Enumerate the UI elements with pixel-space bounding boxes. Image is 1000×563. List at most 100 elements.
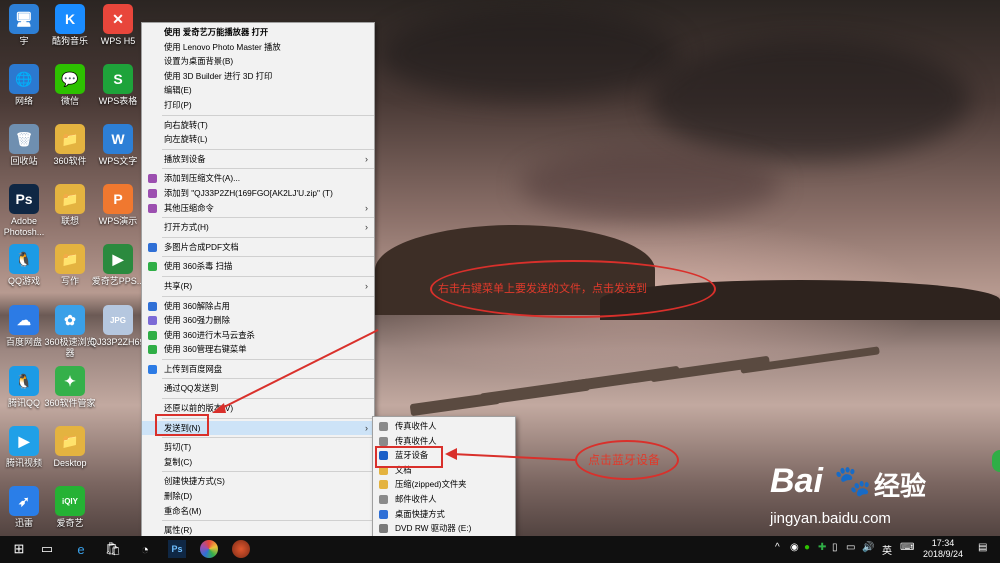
context-menu-item[interactable]: 播放到设备 › bbox=[142, 152, 374, 167]
menu-item-icon bbox=[148, 242, 157, 252]
desktop-icon[interactable]: ✕ WPS H5 bbox=[90, 4, 146, 47]
cloud-shape bbox=[650, 40, 970, 160]
context-menu-item[interactable]: 设置为桌面背景(B) bbox=[142, 54, 374, 69]
context-menu-item[interactable]: 使用 360管理右键菜单 bbox=[142, 342, 374, 357]
cloud-shape bbox=[520, 150, 780, 220]
send-to-item-icon bbox=[379, 494, 388, 504]
menu-item-label: 重命名(M) bbox=[164, 505, 202, 516]
desktop-icon-label: WPS H5 bbox=[100, 36, 136, 46]
desktop-app-icon: ✿ bbox=[55, 305, 85, 335]
send-to-item-label: 压缩(zipped)文件夹 bbox=[395, 479, 467, 490]
menu-item-label: 使用 Lenovo Photo Master 播放 bbox=[164, 41, 281, 52]
context-menu-item[interactable]: 使用 360解除占用 bbox=[142, 299, 374, 314]
clock[interactable]: 17:34 2018/9/24 bbox=[918, 538, 968, 560]
tray-app-icon[interactable]: ◉ bbox=[790, 542, 799, 553]
desktop-app-icon: JPG bbox=[103, 305, 133, 335]
menu-item-label: 使用 360强力删除 bbox=[164, 315, 230, 326]
desktop-icon[interactable]: JPG QJ33P2ZH69FGO[AK2LJ'U... bbox=[90, 305, 209, 348]
context-menu-item[interactable]: 重命名(M) bbox=[142, 504, 374, 519]
desktop-icon-label: 爱奇艺PPS... bbox=[91, 276, 145, 286]
desktop-app-icon: S bbox=[103, 64, 133, 94]
side-float-button[interactable] bbox=[992, 450, 1000, 472]
context-menu-item[interactable]: 打开方式(H) › bbox=[142, 220, 374, 235]
desktop-icon-label: Desktop bbox=[53, 458, 87, 468]
context-menu-item[interactable]: 创建快捷方式(S) bbox=[142, 474, 374, 489]
context-menu-item[interactable]: 向左旋转(L) bbox=[142, 132, 374, 147]
display-tray-icon[interactable]: ▭ bbox=[846, 542, 855, 553]
context-menu-item[interactable]: 使用 3D Builder 进行 3D 打印 bbox=[142, 69, 374, 84]
photoshop-taskbar-icon[interactable]: Ps bbox=[168, 540, 186, 558]
desktop-icon[interactable]: ✦ 360软件管家 bbox=[42, 366, 98, 409]
menu-item-label: 使用 360杀毒 扫描 bbox=[164, 261, 233, 272]
360-tray-icon[interactable]: ✚ bbox=[818, 542, 826, 553]
desktop-icon[interactable]: P WPS演示 bbox=[90, 184, 146, 227]
send-to-submenu: 传真收件人 传真收件人 蓝牙设备 文档 压缩(zipped)文件夹 邮件收件人 桌面快捷方式… bbox=[372, 416, 516, 539]
context-menu-item[interactable]: 上传到百度网盘 bbox=[142, 362, 374, 377]
context-menu-item[interactable]: 使用 360进行木马云查杀 bbox=[142, 328, 374, 343]
wechat-tray-icon[interactable]: ● bbox=[804, 542, 810, 553]
send-to-item[interactable]: 压缩(zipped)文件夹 bbox=[373, 477, 515, 492]
submenu-arrow-icon: › bbox=[365, 280, 368, 291]
context-menu-item[interactable]: 编辑(E) bbox=[142, 83, 374, 98]
send-to-item[interactable]: 邮件收件人 bbox=[373, 492, 515, 507]
desktop-icon[interactable]: iQIY 爱奇艺 bbox=[42, 486, 98, 529]
context-menu-item[interactable]: 复制(C) bbox=[142, 455, 374, 470]
menu-separator bbox=[162, 471, 374, 473]
clock-time: 17:34 bbox=[931, 538, 955, 548]
send-to-item-label: DVD RW 驱动器 (E:) bbox=[395, 523, 472, 534]
context-menu-item[interactable]: 添加到压缩文件(A)... bbox=[142, 171, 374, 186]
context-menu-item[interactable]: 使用 360杀毒 扫描 bbox=[142, 259, 374, 274]
360-browser-taskbar-icon[interactable] bbox=[200, 540, 218, 558]
context-menu-item[interactable]: 共享(R) › bbox=[142, 279, 374, 294]
app-taskbar-icon[interactable] bbox=[232, 540, 250, 558]
cloud-shape bbox=[380, 10, 680, 100]
desktop-icon[interactable]: W WPS文字 bbox=[90, 124, 146, 167]
menu-item-icon bbox=[148, 188, 157, 198]
menu-item-label: 打开方式(H) bbox=[164, 222, 209, 233]
desktop-app-icon: ➶ bbox=[9, 486, 39, 516]
desktop-icon-label: 爱奇艺 bbox=[56, 518, 84, 528]
context-menu-item[interactable]: 使用 360强力删除 bbox=[142, 313, 374, 328]
context-menu-item[interactable]: 其他压缩命令 › bbox=[142, 201, 374, 216]
context-menu-item[interactable]: 使用 Lenovo Photo Master 播放 bbox=[142, 40, 374, 55]
context-menu-item[interactable]: 删除(D) bbox=[142, 489, 374, 504]
keyboard-tray-icon[interactable]: ⌨ bbox=[900, 542, 914, 553]
menu-item-label: 播放到设备 bbox=[164, 153, 206, 164]
desktop-icon[interactable]: 📁 Desktop bbox=[42, 426, 98, 469]
desktop-app-icon: 📁 bbox=[55, 426, 85, 456]
edge-browser-icon[interactable]: e bbox=[72, 540, 90, 558]
annotation-text-top: 右击右键菜单上要发送的文件，点击发送到 bbox=[438, 283, 647, 295]
watermark-brand: Bai bbox=[770, 462, 823, 500]
task-view-icon[interactable]: ▭ bbox=[38, 540, 56, 558]
context-menu-item[interactable]: 剪切(T) bbox=[142, 440, 374, 455]
context-menu-item[interactable]: 向右旋转(T) bbox=[142, 118, 374, 133]
menu-item-label: 属性(R) bbox=[164, 525, 193, 536]
send-to-item-icon bbox=[379, 480, 388, 490]
context-menu-item[interactable]: 通过QQ发送到 bbox=[142, 381, 374, 396]
context-menu-item[interactable]: 打印(P) bbox=[142, 98, 374, 113]
menu-separator bbox=[162, 148, 374, 150]
ie-browser-icon[interactable]: ◔ bbox=[136, 540, 154, 558]
menu-item-label: 添加到 "QJ33P2ZH(169FGO[AK2LJ'U.zip" (T) bbox=[164, 187, 333, 198]
desktop-icon-label: WPS表格 bbox=[98, 96, 138, 106]
desktop-icon[interactable]: S WPS表格 bbox=[90, 64, 146, 107]
send-to-item[interactable]: 传真收件人 bbox=[373, 419, 515, 434]
paw-icon: 🐾 bbox=[834, 465, 872, 498]
tray-chevron-icon[interactable]: ^ bbox=[775, 542, 780, 553]
volume-tray-icon[interactable]: 🔊 bbox=[862, 542, 874, 553]
send-to-item[interactable]: DVD RW 驱动器 (E:) bbox=[373, 521, 515, 536]
context-menu-item[interactable]: 添加到 "QJ33P2ZH(169FGO[AK2LJ'U.zip" (T) bbox=[142, 186, 374, 201]
context-menu-item[interactable]: 使用 爱奇艺万能播放器 打开 bbox=[142, 25, 374, 40]
notification-center-icon[interactable]: ▤ bbox=[978, 542, 987, 553]
desktop-icon[interactable]: ▶ 爱奇艺PPS... bbox=[90, 244, 146, 287]
send-to-item[interactable]: 桌面快捷方式 bbox=[373, 507, 515, 522]
store-icon[interactable]: 🛍 bbox=[104, 540, 122, 558]
menu-separator bbox=[162, 295, 374, 297]
context-menu-item[interactable]: 多图片合成PDF文档 bbox=[142, 240, 374, 255]
menu-separator bbox=[162, 236, 374, 238]
desktop-app-icon: ✕ bbox=[103, 4, 133, 34]
network-tray-icon[interactable]: ▯ bbox=[832, 542, 838, 553]
windows-start-icon[interactable]: ⊞ bbox=[10, 540, 28, 558]
input-language-indicator[interactable]: 英 bbox=[882, 542, 892, 557]
send-to-item-icon bbox=[379, 436, 388, 446]
